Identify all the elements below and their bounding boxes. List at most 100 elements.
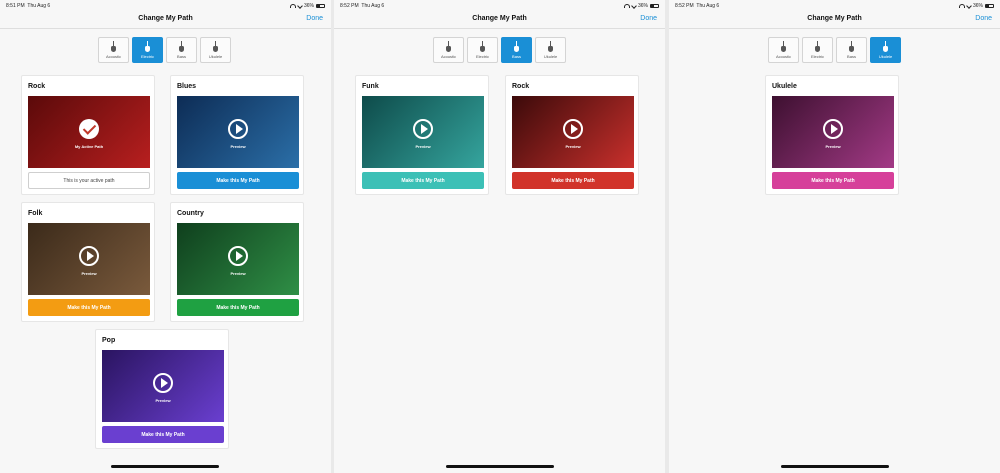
bass-icon [179,41,184,52]
instrument-tabs: Acoustic Electric Bass Ukulele [433,37,566,63]
wifi-icon [623,4,630,8]
thumb-label: Preview [230,271,246,276]
battery-icon [316,4,325,8]
make-my-path-button[interactable]: Make this My Path [177,172,299,189]
battery-percent: 36% [972,3,983,9]
play-icon[interactable] [153,373,173,393]
nav-bar: Change My Path Done [669,11,1000,29]
screen-electric: 8:51 PM Thu Aug 6 36% Change My Path Don… [0,0,331,473]
card-title: Rock [512,83,530,90]
active-path-status: This is your active path [28,172,150,189]
card-title: Blues [177,83,197,90]
path-card-ukulele: Ukulele Preview Make this My Path [765,75,899,195]
tab-bass[interactable]: Bass [836,37,867,63]
path-card-blues: Blues Preview Make this My Path [170,75,304,195]
status-time: 8:52 PM Thu Aug 6 [675,3,720,9]
video-thumbnail[interactable]: Preview [177,96,299,168]
make-my-path-button[interactable]: Make this My Path [512,172,634,189]
home-indicator[interactable] [781,465,889,468]
video-thumbnail[interactable]: Preview [28,223,150,295]
video-thumbnail[interactable]: Preview [177,223,299,295]
card-title: Funk [362,83,379,90]
instrument-tabs: Acoustic Electric Bass Ukulele [98,37,231,63]
thumb-label: Preview [825,144,841,149]
card-title: Pop [102,337,116,344]
tab-electric[interactable]: Electric [802,37,833,63]
path-card-pop: Pop Preview Make this My Path [95,329,229,449]
tab-acoustic[interactable]: Acoustic [768,37,799,63]
tab-ukulele[interactable]: Ukulele [535,37,566,63]
thumb-label: My Active Path [74,144,104,149]
play-icon[interactable] [228,119,248,139]
status-time: 8:52 PM Thu Aug 6 [340,3,385,9]
done-button[interactable]: Done [640,15,657,22]
battery-percent: 36% [303,3,314,9]
home-indicator[interactable] [111,465,219,468]
tab-bass[interactable]: Bass [501,37,532,63]
ukulele-icon [883,41,888,52]
tab-ukulele[interactable]: Ukulele [200,37,231,63]
video-thumbnail[interactable]: My Active Path [28,96,150,168]
thumb-label: Preview [230,144,246,149]
location-icon [966,3,972,9]
instrument-tabs: Acoustic Electric Bass Ukulele [768,37,901,63]
tab-bass[interactable]: Bass [166,37,197,63]
nav-bar: Change My Path Done [334,11,665,29]
done-button[interactable]: Done [306,15,323,22]
home-indicator[interactable] [446,465,554,468]
wifi-icon [289,4,296,8]
tab-acoustic[interactable]: Acoustic [433,37,464,63]
page-title: Change My Path [472,15,527,22]
thumb-label: Preview [81,271,97,276]
play-icon[interactable] [228,246,248,266]
nav-bar: Change My Path Done [0,11,331,29]
card-title: Rock [28,83,46,90]
make-my-path-button[interactable]: Make this My Path [362,172,484,189]
done-button[interactable]: Done [975,15,992,22]
electric-guitar-icon [480,41,485,52]
ukulele-icon [213,41,218,52]
video-thumbnail[interactable]: Preview [772,96,894,168]
path-card-folk: Folk Preview Make this My Path [21,202,155,322]
video-thumbnail[interactable]: Preview [102,350,224,422]
page-title: Change My Path [138,15,193,22]
thumb-label: Preview [155,398,171,403]
electric-guitar-icon [815,41,820,52]
ukulele-icon [548,41,553,52]
tab-electric[interactable]: Electric [467,37,498,63]
status-bar: 8:52 PM Thu Aug 6 36% [334,0,665,11]
status-bar: 8:52 PM Thu Aug 6 36% [669,0,1000,11]
video-thumbnail[interactable]: Preview [362,96,484,168]
make-my-path-button[interactable]: Make this My Path [177,299,299,316]
video-thumbnail[interactable]: Preview [512,96,634,168]
play-icon[interactable] [413,119,433,139]
status-time: 8:51 PM Thu Aug 6 [6,3,51,9]
battery-icon [985,4,994,8]
path-card-funk: Funk Preview Make this My Path [355,75,489,195]
make-my-path-button[interactable]: Make this My Path [28,299,150,316]
play-icon[interactable] [823,119,843,139]
card-title: Folk [28,210,43,217]
status-bar: 8:51 PM Thu Aug 6 36% [0,0,331,11]
battery-icon [650,4,659,8]
wifi-icon [958,4,965,8]
tab-electric[interactable]: Electric [132,37,163,63]
play-icon[interactable] [563,119,583,139]
electric-guitar-icon [145,41,150,52]
battery-percent: 36% [637,3,648,9]
bass-icon [849,41,854,52]
play-icon[interactable] [79,246,99,266]
page-title: Change My Path [807,15,862,22]
make-my-path-button[interactable]: Make this My Path [772,172,894,189]
thumb-label: Preview [565,144,581,149]
thumb-label: Preview [415,144,431,149]
make-my-path-button[interactable]: Make this My Path [102,426,224,443]
guitar-icon [111,41,116,52]
path-card-country: Country Preview Make this My Path [170,202,304,322]
guitar-icon [446,41,451,52]
tab-acoustic[interactable]: Acoustic [98,37,129,63]
tab-ukulele[interactable]: Ukulele [870,37,901,63]
card-title: Ukulele [772,83,797,90]
path-card-rock: Rock Preview Make this My Path [505,75,639,195]
screen-ukulele: 8:52 PM Thu Aug 6 36% Change My Path Don… [669,0,1000,473]
